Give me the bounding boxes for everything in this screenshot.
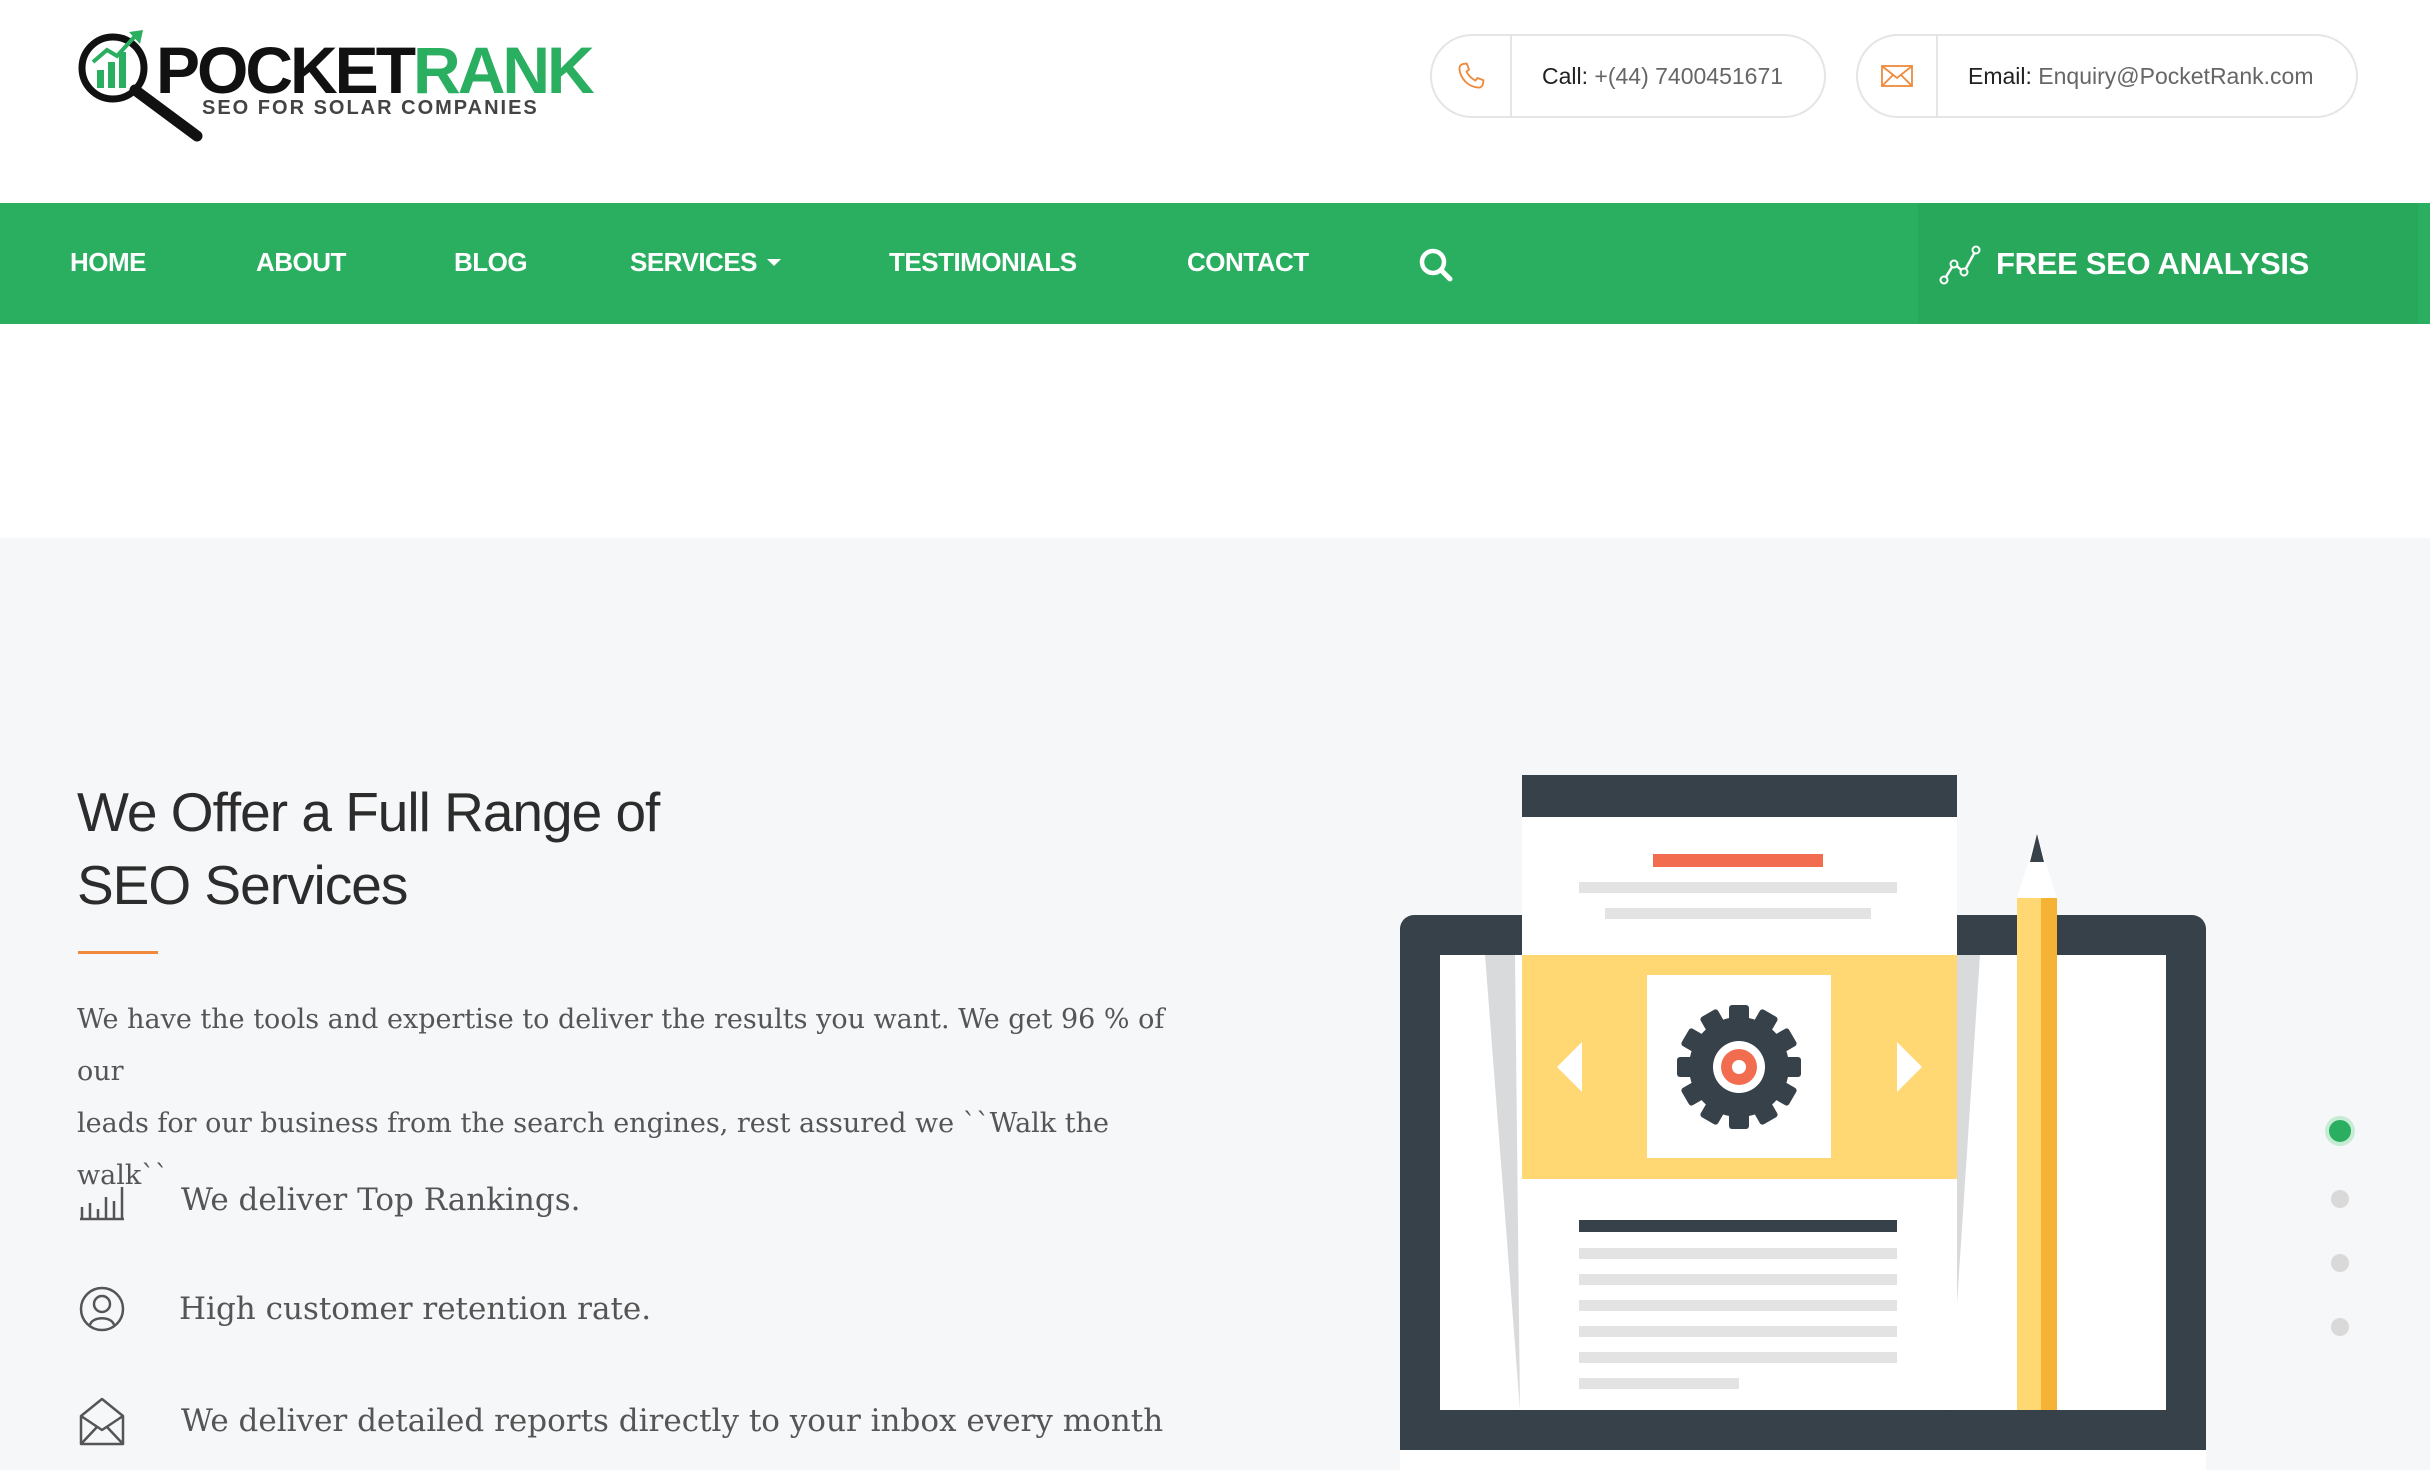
cta-label: FREE SEO ANALYSIS: [1996, 245, 2310, 281]
logo[interactable]: POCKETRANK SEO FOR SOLAR COMPANIES: [77, 28, 597, 146]
email-pill[interactable]: Email: Enquiry@PocketRank.com: [1856, 34, 2358, 118]
feature-item: We deliver Top Rankings.: [77, 1170, 581, 1230]
feature-text: High customer retention rate.: [179, 1291, 652, 1327]
envelope-icon: [1858, 36, 1938, 116]
logo-tagline: SEO FOR SOLAR COMPANIES: [202, 97, 539, 119]
search-icon[interactable]: [1418, 247, 1454, 283]
feature-item: We deliver detailed reports directly to …: [77, 1391, 1163, 1451]
feature-text: We deliver detailed reports directly to …: [181, 1403, 1164, 1439]
nav-item-blog[interactable]: BLOG: [454, 203, 528, 324]
title-underline: [78, 951, 158, 954]
feature-text: We deliver Top Rankings.: [181, 1182, 581, 1218]
nav-item-contact[interactable]: CONTACT: [1187, 203, 1309, 324]
call-text[interactable]: Call: +(44) 7400451671: [1512, 63, 1813, 90]
intro-line-1: We have the tools and expertise to deliv…: [77, 1004, 1165, 1087]
slider-dot-4[interactable]: [2331, 1318, 2349, 1336]
nav-item-services-label: SERVICES: [630, 247, 758, 277]
user-circle-icon: [77, 1284, 127, 1334]
chevron-down-icon: [767, 258, 782, 266]
slider-dot-2[interactable]: [2331, 1190, 2349, 1208]
site-header: POCKETRANK SEO FOR SOLAR COMPANIES Call:…: [0, 0, 2430, 203]
slider-dot-3[interactable]: [2331, 1254, 2349, 1272]
call-pill[interactable]: Call: +(44) 7400451671: [1430, 34, 1826, 118]
bar-chart-icon: [77, 1175, 127, 1225]
nav-item-testimonials[interactable]: TESTIMONIALS: [889, 203, 1077, 324]
phone-icon: [1432, 36, 1512, 116]
open-envelope-icon: [77, 1396, 127, 1446]
nav-item-about[interactable]: ABOUT: [256, 203, 346, 324]
page-title-line-2: SEO Services: [77, 854, 408, 916]
intro-paragraph: We have the tools and expertise to deliv…: [77, 994, 1207, 1202]
main-nav: HOME ABOUT BLOG SERVICES TESTIMONIALS CO…: [0, 203, 2430, 324]
email-text[interactable]: Email: Enquiry@PocketRank.com: [1938, 63, 2343, 90]
page-title-line-1: We Offer a Full Range of: [77, 781, 660, 843]
free-seo-analysis-button[interactable]: FREE SEO ANALYSIS: [1918, 203, 2418, 324]
line-chart-icon: [1939, 245, 1981, 284]
slider-dot-1[interactable]: [2325, 1116, 2355, 1146]
page-title: We Offer a Full Range of SEO Services: [77, 776, 777, 922]
feature-item: High customer retention rate.: [77, 1279, 651, 1339]
seo-settings-illustration: [1400, 775, 2206, 1470]
nav-item-home[interactable]: HOME: [70, 203, 147, 324]
nav-item-services[interactable]: SERVICES: [630, 203, 782, 324]
